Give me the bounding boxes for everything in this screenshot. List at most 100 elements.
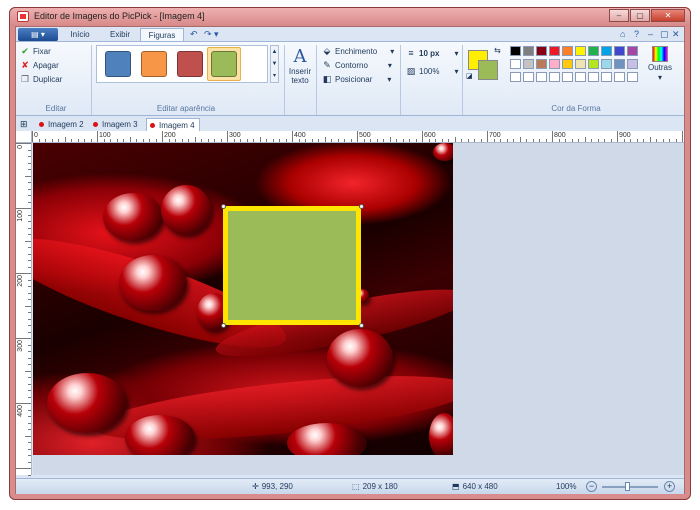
ruler-tick-label: 200 — [17, 275, 24, 287]
home-icon[interactable]: ⌂ — [620, 29, 625, 39]
style-swatch-green[interactable] — [211, 51, 237, 77]
enchimento-button[interactable]: ⬙ Enchimento ▾ — [322, 46, 395, 56]
gallery-scroll[interactable]: ▲ ▼ ▾ — [270, 45, 279, 83]
palette-color-swatch[interactable] — [562, 59, 573, 69]
thumbnail-view-icon[interactable]: ⊞ — [20, 119, 28, 130]
palette-color-swatch[interactable] — [588, 72, 599, 82]
zoom-slider-track[interactable] — [602, 486, 658, 488]
doc-close-icon[interactable]: ✕ — [672, 29, 680, 40]
palette-color-swatch[interactable] — [549, 59, 560, 69]
ruler-tick — [519, 137, 521, 142]
zoom-in-button[interactable]: + — [664, 481, 675, 492]
ruler-tick — [253, 139, 254, 142]
resize-handle-bl[interactable] — [221, 323, 226, 328]
palette-color-swatch[interactable] — [523, 72, 534, 82]
palette-color-swatch[interactable] — [588, 59, 599, 69]
app-menu-button[interactable]: ▤ ▾ — [18, 28, 58, 41]
swap-colors-icon[interactable]: ⇆ — [494, 46, 501, 55]
ruler-tick — [28, 455, 31, 456]
posicionar-button[interactable]: ◧ Posicionar ▾ — [322, 74, 392, 84]
palette-color-swatch[interactable] — [523, 46, 534, 56]
ruler-tick — [357, 131, 358, 142]
ruler-tick — [77, 139, 79, 142]
secondary-color-swatch[interactable] — [478, 60, 498, 80]
ruler-tick — [28, 377, 31, 378]
style-swatch-orange[interactable] — [141, 51, 167, 77]
palette-color-swatch[interactable] — [536, 59, 547, 69]
style-swatch-blue[interactable] — [105, 51, 131, 77]
reset-colors-icon[interactable]: ◪ — [466, 72, 473, 80]
cursor-value: 993, 290 — [261, 482, 293, 491]
palette-color-swatch[interactable] — [510, 46, 521, 56]
apagar-button[interactable]: ✘ Apagar — [20, 60, 59, 70]
ruler-tick — [136, 139, 137, 142]
fixar-button[interactable]: ✔ Fixar — [20, 46, 51, 56]
palette-color-swatch[interactable] — [510, 72, 521, 82]
palette-color-swatch[interactable] — [601, 72, 612, 82]
ruler-tick — [604, 139, 605, 142]
ruler-tick — [28, 292, 31, 294]
redo-icon[interactable]: ↷ ▾ — [204, 29, 219, 40]
inserir-label: Inserir — [288, 67, 312, 76]
green-square-shape[interactable] — [223, 206, 361, 325]
line-width-dropdown[interactable]: ≡ 10 px ▾ — [406, 48, 458, 58]
ruler-tick — [376, 139, 378, 142]
ruler-tick — [28, 429, 31, 430]
contorno-button[interactable]: ✎ Contorno ▾ — [322, 60, 392, 70]
tab-imagem-3[interactable]: Imagem 3 — [90, 118, 144, 131]
palette-color-swatch[interactable] — [614, 59, 625, 69]
tab-imagem-4[interactable]: Imagem 4 — [146, 118, 200, 131]
palette-color-swatch[interactable] — [627, 72, 638, 82]
palette-color-swatch[interactable] — [588, 46, 599, 56]
palette-color-swatch[interactable] — [614, 46, 625, 56]
style-swatch-red[interactable] — [177, 51, 203, 77]
ruler-tick-label: 300 — [17, 340, 24, 352]
palette-color-swatch[interactable] — [536, 46, 547, 56]
palette-color-swatch[interactable] — [601, 59, 612, 69]
palette-color-swatch[interactable] — [549, 46, 560, 56]
palette-color-swatch[interactable] — [614, 72, 625, 82]
zoom-slider-thumb[interactable] — [625, 482, 630, 491]
ribbon-tab-row: ▤ ▾ Início Exibir Figuras ↶ ↷ ▾ ⌂ ? – ▢ … — [16, 27, 684, 41]
palette-color-swatch[interactable] — [627, 59, 638, 69]
palette-color-swatch[interactable] — [549, 72, 560, 82]
resize-handle-tr[interactable] — [359, 204, 364, 209]
palette-color-swatch[interactable] — [510, 59, 521, 69]
tab-imagem-2[interactable]: Imagem 2 — [36, 118, 86, 131]
doc-restore-icon[interactable]: ▢ — [660, 29, 669, 40]
palette-color-swatch[interactable] — [562, 72, 573, 82]
duplicar-button[interactable]: ❐ Duplicar — [20, 74, 62, 84]
ruler-tick — [578, 139, 579, 142]
canvas-area[interactable] — [33, 143, 684, 475]
palette-color-swatch[interactable] — [575, 59, 586, 69]
doc-minimize-icon[interactable]: – — [648, 29, 653, 39]
zoom-out-button[interactable]: − — [586, 481, 597, 492]
minimize-button[interactable]: – — [609, 9, 629, 22]
inserir-texto-button[interactable]: A Inserir texto — [288, 46, 312, 85]
outras-cores-button[interactable]: Outras ▾ — [648, 46, 672, 82]
ruler-tick — [28, 227, 31, 229]
help-icon[interactable]: ? — [634, 29, 639, 39]
palette-color-swatch[interactable] — [523, 59, 534, 69]
palette-color-swatch[interactable] — [575, 72, 586, 82]
palette-color-swatch[interactable] — [536, 72, 547, 82]
close-button[interactable]: ✕ — [651, 9, 685, 22]
palette-color-swatch[interactable] — [575, 46, 586, 56]
resize-handle-tl[interactable] — [221, 204, 226, 209]
tab-exibir[interactable]: Exibir — [100, 28, 140, 41]
separator — [400, 45, 401, 115]
opacity-dropdown[interactable]: ▨ 100% ▾ — [406, 66, 459, 76]
resize-handle-br[interactable] — [359, 323, 364, 328]
palette-color-swatch[interactable] — [601, 46, 612, 56]
style-swatch-selected-frame[interactable] — [207, 47, 241, 81]
status-bar: ✛ 993, 290 ⬚ 209 x 180 ⬒ 640 x 480 100% … — [16, 478, 684, 494]
undo-icon[interactable]: ↶ — [190, 29, 198, 40]
palette-color-swatch[interactable] — [562, 46, 573, 56]
text-a-icon: A — [293, 46, 307, 67]
ruler-tick — [428, 139, 430, 142]
ruler-tick — [28, 312, 31, 313]
palette-color-swatch[interactable] — [627, 46, 638, 56]
tab-inicio[interactable]: Início — [60, 28, 100, 41]
tab-figuras[interactable]: Figuras — [140, 28, 184, 41]
maximize-button[interactable]: ▢ — [630, 9, 650, 22]
